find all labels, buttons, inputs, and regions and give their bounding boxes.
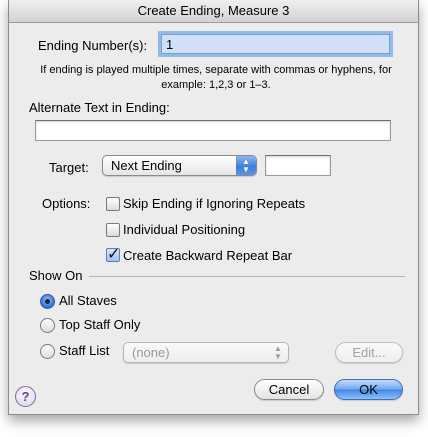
ok-button[interactable]: OK <box>334 379 403 400</box>
dialog-window: Create Ending, Measure 3 Ending Number(s… <box>8 0 419 415</box>
edit-button[interactable]: Edit... <box>335 342 403 363</box>
skip-ending-label[interactable]: Skip Ending if Ignoring Repeats <box>123 196 305 211</box>
all-staves-radio[interactable] <box>40 294 55 309</box>
staff-list-popup[interactable]: (none) ▲ ▼ <box>123 342 289 363</box>
cancel-button[interactable]: Cancel <box>254 379 324 400</box>
ending-number-label: Ending Number(s): <box>38 38 148 53</box>
updown-arrows-icon: ▲ ▼ <box>236 156 256 175</box>
target-label: Target: <box>49 160 89 175</box>
updown-arrows-icon: ▲ ▼ <box>274 344 282 361</box>
window-title: Create Ending, Measure 3 <box>137 3 290 18</box>
question-icon: ? <box>21 389 30 404</box>
show-on-label: Show On <box>29 268 83 283</box>
staff-list-label[interactable]: Staff List <box>59 343 109 358</box>
target-popup-value: Next Ending <box>111 158 182 173</box>
top-staff-radio[interactable] <box>40 318 55 333</box>
backward-repeat-checkbox[interactable]: ✓ <box>106 246 120 263</box>
all-staves-label[interactable]: All Staves <box>59 293 117 308</box>
individual-positioning-label[interactable]: Individual Positioning <box>123 222 245 237</box>
title-bar[interactable]: Create Ending, Measure 3 <box>9 0 418 23</box>
individual-positioning-checkbox[interactable] <box>106 223 120 237</box>
staff-list-popup-value: (none) <box>132 345 170 360</box>
checkmark-icon: ✓ <box>107 246 121 263</box>
show-on-separator <box>89 276 405 277</box>
top-staff-label[interactable]: Top Staff Only <box>59 317 140 332</box>
backward-repeat-label[interactable]: Create Backward Repeat Bar <box>123 248 292 263</box>
target-field[interactable] <box>265 155 331 176</box>
target-popup[interactable]: Next Ending ▲ ▼ <box>102 155 257 176</box>
staff-list-radio[interactable] <box>40 344 55 359</box>
ending-number-input[interactable] <box>161 34 390 54</box>
skip-ending-checkbox[interactable] <box>106 197 120 211</box>
alternate-text-label: Alternate Text in Ending: <box>29 100 170 115</box>
ending-number-help: If ending is played multiple times, sepa… <box>40 64 392 91</box>
alternate-text-input[interactable] <box>35 120 391 141</box>
help-button[interactable]: ? <box>15 386 36 407</box>
options-label: Options: <box>42 196 91 211</box>
